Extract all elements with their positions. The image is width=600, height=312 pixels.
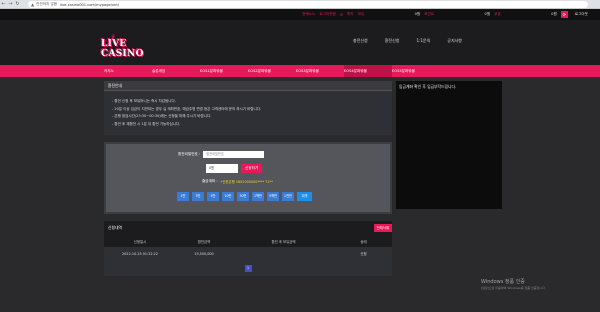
notice-line: - 환전 신청 후 보유머니는 즉시 차감됩니다. — [112, 99, 176, 103]
logo-text: LIVE CASINO — [101, 39, 144, 59]
password-row: 환전비밀번호 : 환전비밀번호 — [178, 151, 265, 158]
withdraw-column: 환전안내 - 환전 신청 후 보유머니는 즉시 차감됩니다. - 20분 이상 … — [104, 81, 392, 276]
row-date: 2022-10-25 01:22:22 — [121, 251, 158, 256]
game-tab-eos2[interactable]: EOS2분파워볼 — [248, 69, 296, 74]
logout-button[interactable]: 로그아웃 — [575, 12, 588, 17]
money-value: 0원 — [414, 12, 421, 16]
reload-icon[interactable]: ↻ — [14, 0, 21, 9]
notice-line: - 20분 이상 입금이 지연되는 경우 실 계좌번호, 예금주명 변경 등은 … — [112, 106, 262, 111]
game-tab-eos3[interactable]: EOS3분파워볼 — [296, 69, 344, 74]
notice-line: - 은행 점검시간(23:30~00:30)에는 신청을 피해 주시기 바랍니다… — [112, 114, 212, 119]
reset-button[interactable]: 리셋 — [297, 192, 312, 201]
delete-all-button[interactable]: 전체삭제 — [373, 224, 392, 232]
game-tab-eos1[interactable]: EOS1분파워볼 — [200, 69, 248, 74]
nav-withdraw[interactable]: 환전신청 — [385, 38, 400, 44]
coupon-label: 쿠폰 — [494, 12, 501, 16]
account-value: *신한은행 1602000000**** 71** — [220, 180, 273, 184]
notice-title: 환전안내 — [104, 81, 392, 91]
amount-input[interactable]: 0원 — [206, 164, 238, 173]
forward-icon[interactable]: → — [7, 0, 14, 9]
game-tab-eos5[interactable]: EOS5분파워볼 — [392, 69, 440, 74]
address-bar[interactable]: ▲ 안전하지 않음 live-casino001.com/mypage/xnt/ — [28, 1, 588, 8]
pagination: 1 — [104, 260, 392, 276]
notice-box: - 환전 신청 후 보유머니는 즉시 차감됩니다. - 20분 이상 입금이 지… — [104, 91, 392, 135]
page: 준케노노 로그아웃중 ✉ 쪽지 보유 0원 포인트 0원 쿠폰 0원 ⟳ 로그아… — [0, 9, 600, 312]
table-header: 신청일시 환전금액 환전 후 보유금액 상태 — [104, 235, 392, 247]
main-content: 환전안내 - 환전 신청 후 보유머니는 즉시 차감됩니다. - 20분 이상 … — [0, 77, 600, 312]
chip-10k[interactable]: 1만 — [177, 192, 189, 201]
notice-line: - 환전 후 재환전 시 1분 뒤 환전 가능하십니다. — [112, 121, 181, 126]
game-tab-casino[interactable]: 카지노 — [104, 69, 152, 74]
url-text[interactable]: live-casino001.com/mypage/xnt/ — [60, 3, 119, 7]
chip-10m[interactable]: 1천만 — [282, 192, 294, 201]
chip-300k[interactable]: 30만 — [237, 192, 249, 201]
page-button[interactable]: 1 — [244, 264, 252, 272]
password-input[interactable]: 환전비밀번호 — [203, 151, 265, 158]
game-nav: 카지노 슬롯게임 EOS1분파워볼 EOS2분파워볼 EOS3분파워볼 EOS4… — [0, 65, 600, 77]
browser-toolbar: ← → ↻ ▲ 안전하지 않음 live-casino001.com/mypag… — [0, 0, 600, 9]
col-after: 환전 후 보유금액 — [271, 239, 296, 244]
point-value: 0원 — [484, 12, 491, 16]
back-icon[interactable]: ← — [0, 0, 7, 9]
amount-chips: 1만 3만 5만 10만 30만 1백만 5백만 1천만 리셋 — [177, 192, 312, 201]
col-status: 상태 — [360, 239, 367, 244]
money-label: 보유 — [357, 12, 365, 16]
row-status: 신청 — [360, 252, 367, 256]
chip-5m[interactable]: 5백만 — [267, 192, 279, 201]
row-amount: 19,500,000 — [194, 251, 214, 256]
watermark-subtitle: [설정]으로 이동하여 Windows를 정품 인증합니다. — [481, 286, 546, 290]
warning-icon[interactable]: ▲ — [31, 2, 34, 7]
withdraw-form: 환전비밀번호 : 환전비밀번호 0원 신청하기 출금계좌 : *신한은행 160… — [104, 142, 392, 214]
site-logo[interactable]: ♛ LIVE CASINO — [101, 34, 151, 59]
col-date: 신청일시 — [133, 239, 147, 244]
message-icon[interactable]: ✉ — [340, 13, 343, 17]
game-tab-eos4[interactable]: EOS4분파워볼 — [344, 65, 392, 77]
history-title: 신청내역 — [108, 225, 122, 230]
col-amount: 환전금액 — [197, 239, 211, 244]
history-header: 신청내역 전체삭제 — [104, 221, 392, 235]
coupon-value: 0원 — [551, 12, 557, 16]
chip-1m[interactable]: 1백만 — [252, 192, 264, 201]
chip-100k[interactable]: 10만 — [222, 192, 234, 201]
chip-30k[interactable]: 3만 — [192, 192, 204, 201]
history-table: 신청일시 환전금액 환전 후 보유금액 상태 2022-10-25 01:22:… — [104, 235, 392, 276]
messages-link[interactable]: 쪽지 — [347, 12, 354, 17]
site-header: ♛ LIVE CASINO 충전신청 환전신청 1:1문의 공지사항 — [0, 20, 600, 65]
password-label: 환전비밀번호 : — [178, 152, 201, 156]
table-row: 2022-10-25 01:22:22 19,500,000 신청 — [104, 247, 392, 260]
game-tab-slot[interactable]: 슬롯게임 — [152, 69, 200, 74]
refresh-icon[interactable]: ⟳ — [560, 11, 568, 18]
deposit-info-panel: 입금계좌 확인 후 입금부탁드립니다. — [396, 81, 502, 209]
deposit-info-text: 입금계좌 확인 후 입금부탁드립니다. — [399, 84, 457, 89]
nav-inquiry[interactable]: 1:1문의 — [416, 38, 430, 44]
main-nav: 충전신청 환전신청 1:1문의 공지사항 — [353, 38, 462, 44]
security-status[interactable]: 안전하지 않음 — [36, 2, 57, 7]
nav-notice[interactable]: 공지사항 — [447, 38, 462, 44]
user-level: 준케노노 — [302, 12, 316, 16]
windows-activation-watermark: Windows 정품 인증 [설정]으로 이동하여 Windows를 정품 인증… — [481, 278, 546, 290]
nav-deposit[interactable]: 충전신청 — [353, 38, 368, 44]
amount-row: 0원 신청하기 — [206, 164, 263, 173]
account-row: 출금계좌 : *신한은행 1602000000**** 71** — [202, 179, 273, 184]
user-name: 로그아웃중 — [319, 12, 336, 16]
watermark-title: Windows 정품 인증 — [481, 279, 525, 285]
chip-50k[interactable]: 5만 — [207, 192, 219, 201]
submit-button[interactable]: 신청하기 — [241, 164, 263, 173]
user-topbar: 준케노노 로그아웃중 ✉ 쪽지 보유 0원 포인트 0원 쿠폰 0원 ⟳ 로그아… — [0, 9, 600, 20]
account-label: 출금계좌 : — [202, 179, 218, 183]
point-label: 포인트 — [424, 12, 435, 16]
